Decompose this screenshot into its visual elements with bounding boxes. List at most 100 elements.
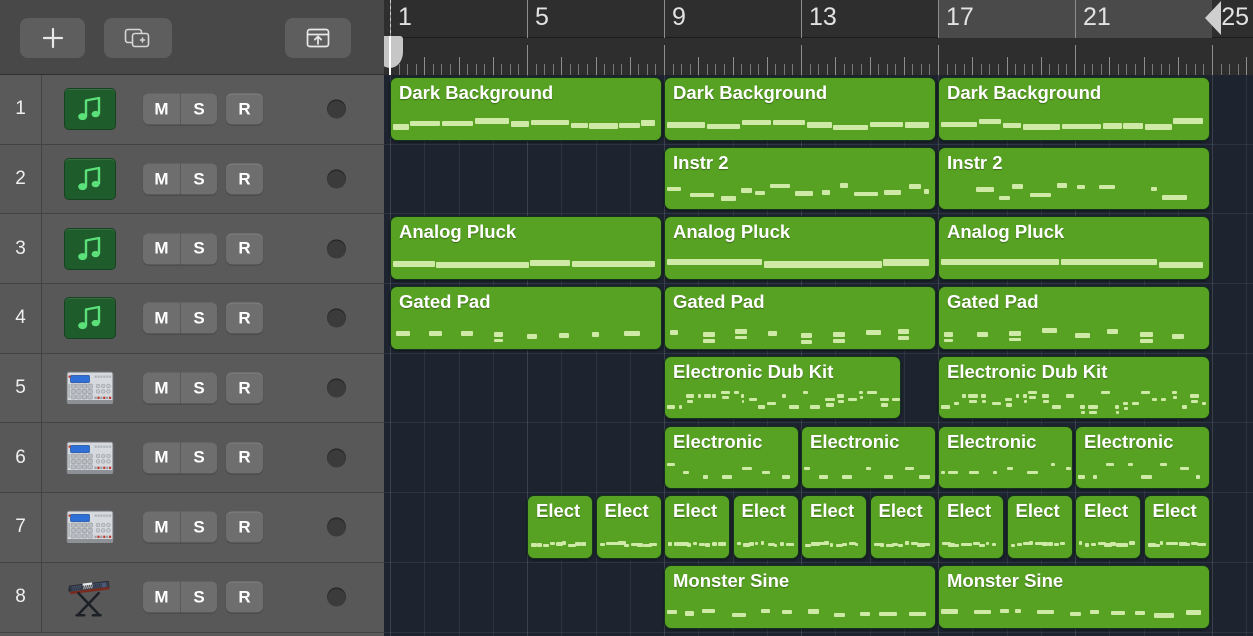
track-header-row[interactable]: 8MSR bbox=[0, 563, 384, 633]
track-instrument-icon[interactable] bbox=[64, 576, 116, 618]
midi-region[interactable]: Dark Background bbox=[664, 77, 936, 141]
track-header-row[interactable]: 3 MSR bbox=[0, 214, 384, 284]
midi-note bbox=[1007, 467, 1014, 471]
mute-button[interactable]: M bbox=[143, 303, 180, 334]
midi-region[interactable]: Gated Pad bbox=[390, 286, 662, 350]
midi-region[interactable]: Elect bbox=[1144, 495, 1210, 559]
midi-region[interactable]: Electronic bbox=[801, 426, 936, 490]
midi-note bbox=[702, 609, 715, 613]
mute-button[interactable]: M bbox=[143, 373, 180, 404]
track-record-indicator[interactable] bbox=[327, 309, 346, 328]
record-enable-button[interactable]: R bbox=[226, 94, 263, 125]
midi-region[interactable]: Monster Sine bbox=[664, 565, 936, 629]
midi-note bbox=[562, 541, 566, 544]
midi-region[interactable]: Gated Pad bbox=[664, 286, 936, 350]
solo-button[interactable]: S bbox=[180, 94, 217, 125]
track-record-indicator[interactable] bbox=[327, 518, 346, 537]
midi-region[interactable]: Electronic Dub Kit bbox=[938, 356, 1210, 420]
mute-button[interactable]: M bbox=[143, 233, 180, 264]
midi-region[interactable]: Electronic bbox=[1075, 426, 1210, 490]
ruler-tick bbox=[895, 64, 896, 75]
record-enable-button[interactable]: R bbox=[226, 582, 263, 613]
bar-ruler[interactable]: 159131721 25 bbox=[384, 0, 1253, 75]
mute-button[interactable]: M bbox=[143, 442, 180, 473]
midi-note bbox=[944, 332, 953, 337]
midi-region[interactable]: Elect bbox=[801, 495, 867, 559]
mute-button[interactable]: M bbox=[143, 164, 180, 195]
solo-button[interactable]: S bbox=[180, 164, 217, 195]
midi-region[interactable]: Monster Sine bbox=[938, 565, 1210, 629]
arrange-canvas[interactable]: Dark BackgroundDark BackgroundDark Backg… bbox=[384, 75, 1253, 636]
midi-region[interactable]: Instr 2 bbox=[938, 147, 1210, 211]
midi-note bbox=[686, 394, 695, 397]
mute-button[interactable]: M bbox=[143, 94, 180, 125]
region-note-preview bbox=[665, 598, 935, 628]
midi-region[interactable]: Elect bbox=[527, 495, 593, 559]
track-record-indicator[interactable] bbox=[327, 588, 346, 607]
duplicate-track-button[interactable] bbox=[104, 18, 172, 58]
track-instrument-icon[interactable] bbox=[64, 158, 116, 200]
midi-region[interactable]: Dark Background bbox=[938, 77, 1210, 141]
mute-button[interactable]: M bbox=[143, 512, 180, 543]
track-header-row[interactable]: 2MSR bbox=[0, 145, 384, 215]
midi-note bbox=[1132, 402, 1139, 405]
record-enable-button[interactable]: R bbox=[226, 303, 263, 334]
track-header-row[interactable]: 6MSR bbox=[0, 423, 384, 493]
solo-button[interactable]: S bbox=[180, 582, 217, 613]
track-record-indicator[interactable] bbox=[327, 170, 346, 189]
solo-button[interactable]: S bbox=[180, 303, 217, 334]
solo-button[interactable]: S bbox=[180, 512, 217, 543]
midi-region[interactable]: Electronic bbox=[664, 426, 799, 490]
track-instrument-icon[interactable] bbox=[64, 437, 116, 479]
track-instrument-icon[interactable] bbox=[64, 88, 116, 130]
ruler-bar-numbers[interactable]: 159131721 bbox=[384, 0, 1253, 38]
midi-note bbox=[670, 330, 678, 335]
track-number: 3 bbox=[0, 214, 42, 283]
midi-region[interactable]: Dark Background bbox=[390, 77, 662, 141]
midi-region[interactable]: Elect bbox=[870, 495, 936, 559]
record-enable-button[interactable]: R bbox=[226, 373, 263, 404]
midi-region[interactable]: Analog Pluck bbox=[938, 216, 1210, 280]
track-header-row[interactable]: 1MSR bbox=[0, 75, 384, 145]
midi-region[interactable]: Elect bbox=[938, 495, 1004, 559]
track-record-indicator[interactable] bbox=[327, 448, 346, 467]
track-instrument-icon[interactable] bbox=[64, 506, 116, 548]
track-instrument-icon[interactable] bbox=[64, 228, 116, 270]
region-name: Elect bbox=[810, 500, 854, 522]
track-header-row[interactable]: 7MSR bbox=[0, 493, 384, 563]
midi-region[interactable]: Analog Pluck bbox=[664, 216, 936, 280]
midi-region[interactable]: Instr 2 bbox=[664, 147, 936, 211]
ruler-tick bbox=[904, 57, 905, 75]
midi-region[interactable]: Gated Pad bbox=[938, 286, 1210, 350]
midi-note bbox=[703, 339, 716, 343]
mute-button[interactable]: M bbox=[143, 582, 180, 613]
midi-region[interactable]: Elect bbox=[596, 495, 662, 559]
midi-region[interactable]: Elect bbox=[1075, 495, 1141, 559]
record-enable-button[interactable]: R bbox=[226, 512, 263, 543]
midi-region[interactable]: Analog Pluck bbox=[390, 216, 662, 280]
track-instrument-icon[interactable] bbox=[64, 367, 116, 409]
solo-button[interactable]: S bbox=[180, 442, 217, 473]
track-instrument-icon[interactable] bbox=[64, 297, 116, 339]
midi-region[interactable]: Elect bbox=[1007, 495, 1073, 559]
midi-region[interactable]: Elect bbox=[733, 495, 799, 559]
track-header-row[interactable]: 5MSR bbox=[0, 354, 384, 424]
track-header-row[interactable]: 4MSR bbox=[0, 284, 384, 354]
midi-region[interactable]: Electronic bbox=[938, 426, 1073, 490]
show-panel-button[interactable] bbox=[285, 18, 351, 58]
add-track-button[interactable] bbox=[20, 18, 85, 58]
ruler-tick bbox=[818, 64, 819, 75]
daw-arrange-window: 1MSR2MSR3MSR4MSR5MSR6MSR7MSR8MSR 1591317… bbox=[0, 0, 1253, 636]
track-button-group: MSR bbox=[143, 373, 263, 404]
record-enable-button[interactable]: R bbox=[226, 233, 263, 264]
solo-button[interactable]: S bbox=[180, 373, 217, 404]
record-enable-button[interactable]: R bbox=[226, 164, 263, 195]
solo-button[interactable]: S bbox=[180, 233, 217, 264]
record-enable-button[interactable]: R bbox=[226, 442, 263, 473]
midi-region[interactable]: Electronic Dub Kit bbox=[664, 356, 901, 420]
track-record-indicator[interactable] bbox=[327, 379, 346, 398]
track-record-indicator[interactable] bbox=[327, 239, 346, 258]
midi-note bbox=[721, 196, 737, 201]
track-record-indicator[interactable] bbox=[327, 100, 346, 119]
midi-region[interactable]: Elect bbox=[664, 495, 730, 559]
